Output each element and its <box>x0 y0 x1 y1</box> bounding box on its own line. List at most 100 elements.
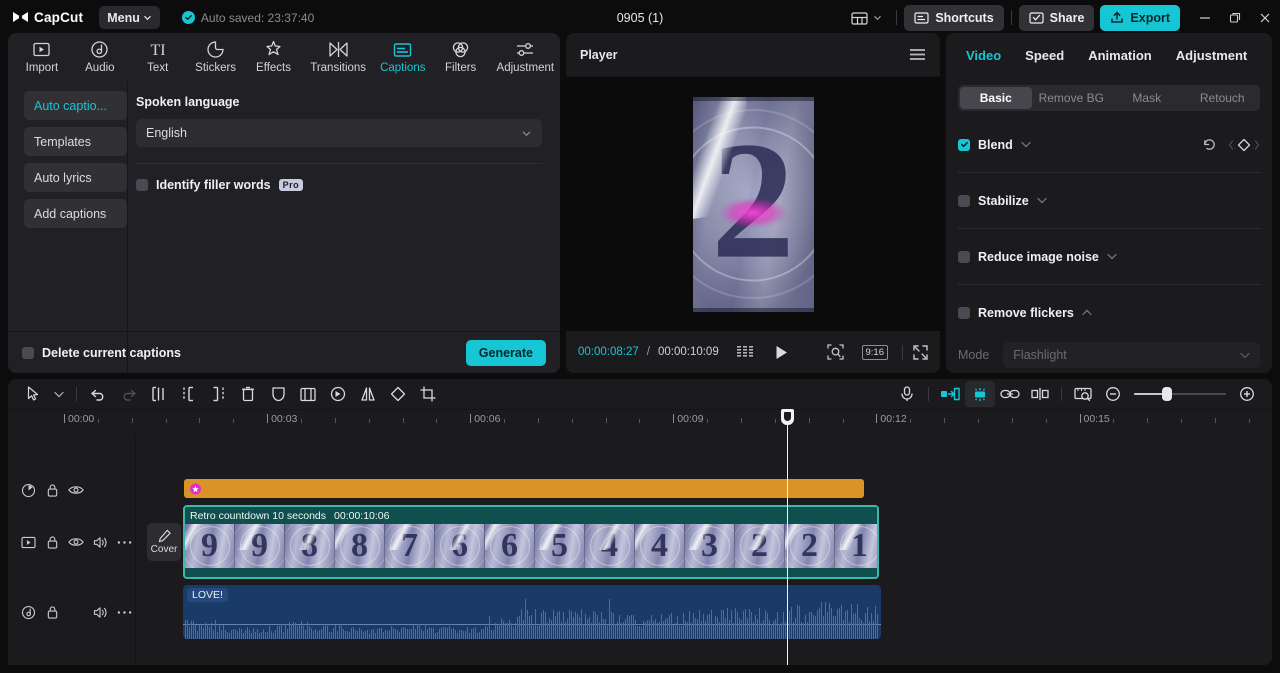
delete-captions-row[interactable]: Delete current captions <box>22 346 181 360</box>
mode-select[interactable]: Flashlight <box>1003 342 1260 368</box>
sidebar-item-templates[interactable]: Templates <box>24 127 127 156</box>
option-reduce-noise[interactable]: Reduce image noise <box>946 229 1272 284</box>
chevron-down-icon[interactable] <box>1037 197 1047 204</box>
playhead-handle[interactable] <box>781 409 794 425</box>
volume-icon[interactable] <box>88 530 112 554</box>
chevron-down-icon[interactable] <box>1107 253 1117 260</box>
reverse-icon[interactable] <box>323 381 353 407</box>
trim-right-icon[interactable] <box>203 381 233 407</box>
undo-icon[interactable] <box>83 381 113 407</box>
filler-words-row[interactable]: Identify filler words Pro <box>136 178 542 192</box>
option-blend[interactable]: Blend <box>946 117 1272 172</box>
select-cursor-icon[interactable] <box>18 381 48 407</box>
subtab-retouch[interactable]: Retouch <box>1187 87 1259 109</box>
keyframe-controls[interactable] <box>1228 138 1260 152</box>
more-icon[interactable] <box>112 600 136 624</box>
generate-button[interactable]: Generate <box>465 339 546 366</box>
lock-icon[interactable] <box>40 600 64 624</box>
stabilize-checkbox[interactable] <box>958 194 970 207</box>
subtab-remove-bg[interactable]: Remove BG <box>1036 87 1108 109</box>
sidebar-item-add-captions[interactable]: Add captions <box>24 199 127 228</box>
freeze-frame-icon[interactable] <box>293 381 323 407</box>
redo-icon[interactable] <box>113 381 143 407</box>
trim-left-icon[interactable] <box>173 381 203 407</box>
chevron-down-icon[interactable] <box>1021 141 1031 148</box>
tab-filters[interactable]: Filters <box>433 34 489 80</box>
tab-animation[interactable]: Animation <box>1088 48 1152 63</box>
tab-captions[interactable]: Captions <box>375 34 431 80</box>
blend-checkbox[interactable] <box>958 138 970 151</box>
layout-button[interactable] <box>844 5 889 31</box>
filler-words-checkbox[interactable] <box>136 179 148 191</box>
delete-icon[interactable] <box>233 381 263 407</box>
video-icon[interactable] <box>16 530 40 554</box>
zoom-in-icon[interactable] <box>1232 381 1262 407</box>
share-button[interactable]: Share <box>1018 4 1095 31</box>
record-voiceover-icon[interactable] <box>892 381 922 407</box>
tab-import[interactable]: Import <box>14 34 70 80</box>
mask-icon[interactable] <box>263 381 293 407</box>
timeline-ruler[interactable]: 00:00 00:03 00:06 00:09 00:12 00:15 <box>8 409 1272 435</box>
eye-icon[interactable] <box>64 530 88 554</box>
cover-button[interactable]: Cover <box>147 523 181 561</box>
lock-icon[interactable] <box>40 478 64 502</box>
tab-adjustment[interactable]: Adjustment <box>491 34 560 80</box>
tab-speed[interactable]: Speed <box>1025 48 1064 63</box>
reduce-noise-checkbox[interactable] <box>958 250 970 263</box>
link-clips-icon[interactable] <box>995 381 1025 407</box>
frames-icon[interactable] <box>736 345 753 359</box>
mirror-icon[interactable] <box>353 381 383 407</box>
remove-flickers-checkbox[interactable] <box>958 306 970 319</box>
menu-button[interactable]: Menu <box>99 6 160 29</box>
fullscreen-icon[interactable] <box>913 344 928 360</box>
audio-note-icon[interactable] <box>16 600 40 624</box>
reset-icon[interactable] <box>1202 137 1217 152</box>
split-sync-icon[interactable] <box>1025 381 1055 407</box>
timeline-zoom-slider[interactable] <box>1134 384 1226 404</box>
snap-to-clip-icon[interactable] <box>935 381 965 407</box>
close-button[interactable] <box>1250 0 1280 35</box>
subtab-basic[interactable]: Basic <box>960 87 1032 109</box>
zoom-out-icon[interactable] <box>1098 381 1128 407</box>
aspect-ratio-button[interactable]: 9:16 <box>861 344 888 360</box>
tab-video[interactable]: Video <box>966 48 1001 63</box>
crop-icon[interactable] <box>413 381 443 407</box>
preview-stage[interactable]: 2 <box>566 77 940 331</box>
tab-stickers[interactable]: Stickers <box>188 34 244 80</box>
hamburger-icon[interactable] <box>909 48 926 61</box>
cursor-dropdown-icon[interactable] <box>48 381 70 407</box>
video-clip[interactable]: Retro countdown 10 seconds 00:00:10:06 9… <box>183 505 879 579</box>
volume-icon[interactable] <box>88 600 112 624</box>
chevron-up-icon[interactable] <box>1082 309 1092 316</box>
tab-effects[interactable]: Effects <box>246 34 302 80</box>
zoom-selection-icon[interactable] <box>826 344 844 360</box>
subtab-mask[interactable]: Mask <box>1111 87 1183 109</box>
delete-captions-checkbox[interactable] <box>22 346 34 359</box>
more-icon[interactable] <box>112 530 136 554</box>
lane-video[interactable]: Retro countdown 10 seconds 00:00:10:06 9… <box>136 505 1272 581</box>
lane-effect[interactable] <box>136 479 1272 501</box>
export-button[interactable]: Export <box>1100 4 1180 31</box>
effect-clock-icon[interactable] <box>16 478 40 502</box>
effect-clip[interactable] <box>184 479 864 498</box>
tab-audio[interactable]: Audio <box>72 34 128 80</box>
spoken-language-select[interactable]: English <box>136 119 542 147</box>
lock-icon[interactable] <box>40 530 64 554</box>
tab-transitions[interactable]: Transitions <box>303 34 372 80</box>
minimize-button[interactable] <box>1190 0 1220 35</box>
tab-adjustment[interactable]: Adjustment <box>1176 48 1248 63</box>
preview-thumbnail-icon[interactable] <box>1068 381 1098 407</box>
sidebar-item-auto-captions[interactable]: Auto captio... <box>24 91 127 120</box>
sidebar-item-auto-lyrics[interactable]: Auto lyrics <box>24 163 127 192</box>
play-button[interactable] <box>775 345 788 360</box>
lane-audio[interactable]: LOVE! <box>136 585 1272 643</box>
option-remove-flickers[interactable]: Remove flickers <box>946 285 1272 340</box>
slider-knob[interactable] <box>1162 387 1172 401</box>
maximize-button[interactable] <box>1220 0 1250 35</box>
audio-clip[interactable]: LOVE! <box>183 585 881 639</box>
tab-text[interactable]: TI Text <box>130 34 186 80</box>
shortcuts-button[interactable]: Shortcuts <box>904 4 1004 31</box>
split-icon[interactable] <box>143 381 173 407</box>
option-stabilize[interactable]: Stabilize <box>946 173 1272 228</box>
magnet-icon[interactable] <box>965 381 995 407</box>
